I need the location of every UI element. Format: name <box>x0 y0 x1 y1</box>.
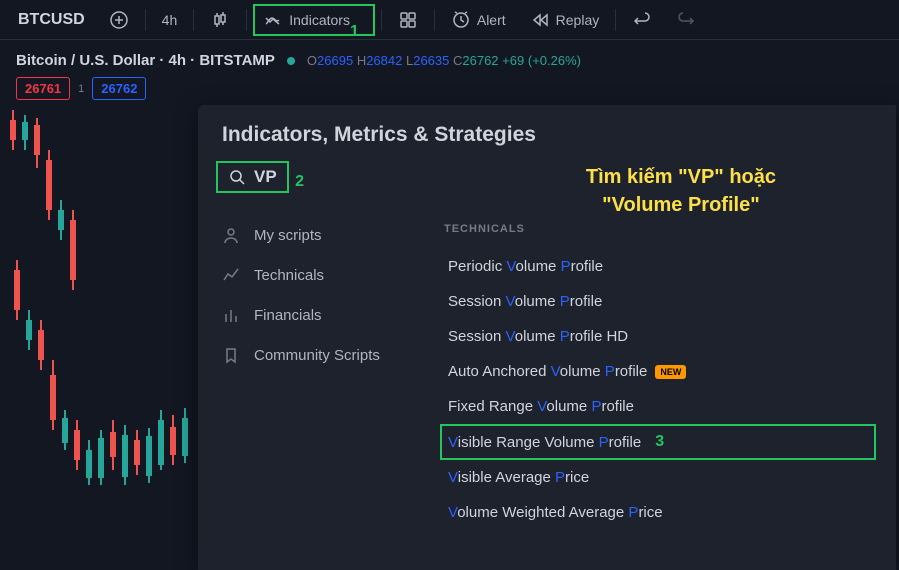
modal-sidebar: My scripts Technicals Financials Communi… <box>198 207 420 570</box>
chart-canvas[interactable] <box>0 110 200 570</box>
modal-body: My scripts Technicals Financials Communi… <box>198 207 896 570</box>
annotation-marker-1: 1 <box>350 23 359 41</box>
indicator-result-item[interactable]: Visible Range Volume Profile 3 <box>440 424 876 460</box>
interval-selector[interactable]: 4h <box>152 6 188 34</box>
sidebar-label: My scripts <box>254 227 322 244</box>
modal-title: Indicators, Metrics & Strategies <box>198 105 896 161</box>
indicator-result-item[interactable]: Auto Anchored Volume Profile NEW <box>440 354 876 389</box>
indicators-icon <box>263 10 283 30</box>
undo-icon <box>632 10 652 30</box>
indicator-result-item[interactable]: Session Volume Profile <box>440 284 876 319</box>
annotation-text: Tìm kiếm "VP" hoặc "Volume Profile" <box>586 163 776 219</box>
chart-header: Bitcoin / U.S. Dollar · 4h · BITSTAMP O2… <box>0 40 899 77</box>
redo-icon <box>676 10 696 30</box>
add-symbol-button[interactable] <box>99 4 139 36</box>
bar-chart-icon <box>222 306 240 324</box>
results-panel: TECHNICALS Periodic Volume Profile Sessio… <box>420 207 896 570</box>
indicator-result-item[interactable]: Volume Weighted Average Price <box>440 495 876 530</box>
redo-button[interactable] <box>666 4 706 36</box>
search-row: VP 2 <box>198 161 896 199</box>
result-text: Session Volume Profile HD <box>448 328 628 345</box>
result-text: Session Volume Profile <box>448 293 602 310</box>
candlestick-icon <box>210 10 230 30</box>
templates-button[interactable] <box>388 4 428 36</box>
result-text: Fixed Range Volume Profile <box>448 398 634 415</box>
annotation-marker-2: 2 <box>295 173 304 190</box>
replay-button[interactable]: Replay <box>520 4 610 36</box>
sidebar-my-scripts[interactable]: My scripts <box>198 215 420 255</box>
separator <box>615 9 616 31</box>
status-dot-icon <box>287 57 295 65</box>
sidebar-label: Community Scripts <box>254 347 380 364</box>
separator <box>381 9 382 31</box>
alert-clock-icon <box>451 10 471 30</box>
person-icon <box>222 226 240 244</box>
grid-icon <box>398 10 418 30</box>
line-chart-icon <box>222 266 240 284</box>
indicator-result-item[interactable]: Visible Average Price <box>440 460 876 495</box>
sidebar-community[interactable]: Community Scripts <box>198 335 420 375</box>
result-text: Visible Average Price <box>448 469 589 486</box>
separator <box>145 9 146 31</box>
chart-style-button[interactable] <box>200 4 240 36</box>
result-text: Volume Weighted Average Price <box>448 504 663 521</box>
indicators-modal: Indicators, Metrics & Strategies VP 2 Tì… <box>198 105 896 570</box>
indicator-result-item[interactable]: Periodic Volume Profile <box>440 249 876 284</box>
sidebar-label: Technicals <box>254 267 324 284</box>
indicators-label: Indicators <box>289 12 350 28</box>
search-value: VP <box>254 167 277 187</box>
annotation-marker-3: 3 <box>655 433 664 451</box>
alert-button[interactable]: Alert <box>441 4 516 36</box>
sidebar-financials[interactable]: Financials <box>198 295 420 335</box>
alert-label: Alert <box>477 12 506 28</box>
search-input[interactable]: VP <box>216 161 289 193</box>
ohlc-values: O26695 H26842 L26635 C26762 +69 (+0.26%) <box>307 53 581 68</box>
sidebar-label: Financials <box>254 307 322 324</box>
undo-button[interactable] <box>622 4 662 36</box>
result-text: Periodic Volume Profile <box>448 258 603 275</box>
search-icon <box>228 168 246 186</box>
result-text: Visible Range Volume Profile <box>448 434 641 451</box>
top-toolbar: BTCUSD 4h Indicators 1 Alert Replay <box>0 0 899 40</box>
separator <box>434 9 435 31</box>
result-text: Auto Anchored Volume Profile <box>448 363 647 380</box>
replay-label: Replay <box>556 12 600 28</box>
bookmark-icon <box>222 346 240 364</box>
spread-value: 1 <box>78 83 84 95</box>
separator <box>246 9 247 31</box>
new-badge: NEW <box>655 365 686 379</box>
indicator-result-item[interactable]: Fixed Range Volume Profile <box>440 389 876 424</box>
rewind-icon <box>530 10 550 30</box>
indicator-result-item[interactable]: Session Volume Profile HD <box>440 319 876 354</box>
plus-circle-icon <box>109 10 129 30</box>
pair-title[interactable]: Bitcoin / U.S. Dollar · 4h · BITSTAMP <box>16 52 275 69</box>
symbol-name[interactable]: BTCUSD <box>8 5 95 35</box>
ask-price[interactable]: 26762 <box>92 77 146 100</box>
indicators-button[interactable]: Indicators 1 <box>253 4 375 36</box>
bid-ask-row: 26761 1 26762 <box>0 77 899 108</box>
section-header: TECHNICALS <box>440 215 876 249</box>
sidebar-technicals[interactable]: Technicals <box>198 255 420 295</box>
separator <box>193 9 194 31</box>
bid-price[interactable]: 26761 <box>16 77 70 100</box>
